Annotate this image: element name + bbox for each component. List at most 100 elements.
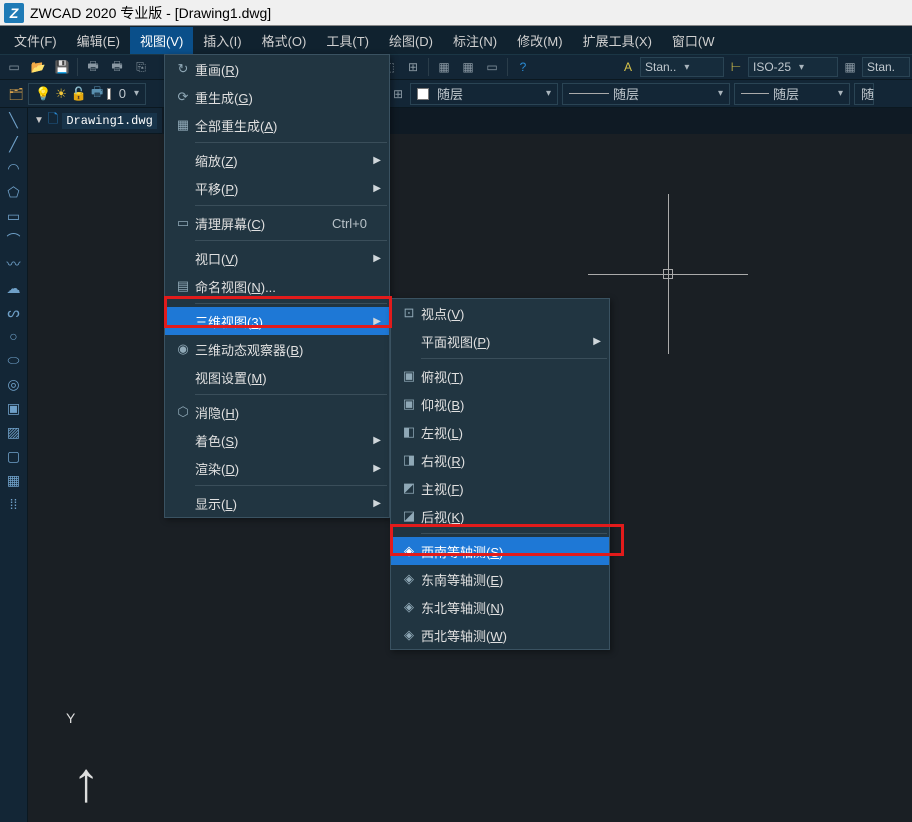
- view-menu-item-0[interactable]: ↻重画(R): [165, 55, 389, 83]
- menu-item-icon: ◧: [397, 424, 421, 440]
- grid-icon[interactable]: ⁞⁞: [4, 494, 24, 514]
- color-value: 随层: [437, 84, 463, 103]
- print-icon[interactable]: 🖶: [82, 57, 104, 77]
- menu-item-label: 三维视图(3): [195, 312, 367, 331]
- view-menu-item-20[interactable]: 显示(L)▶: [165, 489, 389, 517]
- submenu-arrow-icon: ▶: [367, 316, 381, 327]
- view-menu-item-17[interactable]: 着色(S)▶: [165, 426, 389, 454]
- menubar-item-6[interactable]: 绘图(D): [379, 27, 443, 54]
- view-menu-item-12[interactable]: 三维视图(3)▶: [165, 307, 389, 335]
- 3dview-submenu-item-8[interactable]: ◪后视(K): [391, 502, 609, 530]
- menubar-item-4[interactable]: 格式(O): [252, 27, 317, 54]
- region-icon[interactable]: ▢: [4, 446, 24, 466]
- table-style-dropdown[interactable]: Stan.: [862, 57, 910, 77]
- layer-name: 0: [119, 86, 126, 101]
- grid-icon[interactable]: ▦: [457, 57, 479, 77]
- hatch-icon[interactable]: ▨: [4, 422, 24, 442]
- menubar-item-9[interactable]: 扩展工具(X): [573, 27, 662, 54]
- 3dview-submenu-item-1[interactable]: 平面视图(P)▶: [391, 327, 609, 355]
- open-icon[interactable]: 📂: [27, 57, 49, 77]
- menu-item-label: 西南等轴测(S): [421, 542, 587, 561]
- menubar-item-1[interactable]: 编辑(E): [67, 27, 130, 54]
- window-icon[interactable]: ▭: [481, 57, 503, 77]
- color-dropdown[interactable]: 随层 ▾: [410, 83, 558, 105]
- linetype-dropdown[interactable]: 随层 ▾: [562, 83, 730, 105]
- 3dview-submenu-item-13[interactable]: ◈西北等轴测(W): [391, 621, 609, 649]
- menubar-item-0[interactable]: 文件(F): [4, 27, 67, 54]
- menu-item-icon: ◩: [397, 480, 421, 496]
- submenu-arrow-icon: ▶: [367, 498, 381, 509]
- 3dview-submenu-item-4[interactable]: ▣仰视(B): [391, 390, 609, 418]
- menu-separator: [195, 205, 387, 206]
- menubar-item-8[interactable]: 修改(M): [507, 27, 573, 54]
- tree-expand-icon[interactable]: ▼: [34, 115, 44, 126]
- menubar-item-3[interactable]: 插入(I): [193, 27, 251, 54]
- menu-item-label: 平面视图(P): [421, 332, 587, 351]
- new-icon[interactable]: ▭: [3, 57, 25, 77]
- donut-icon[interactable]: ◎: [4, 374, 24, 394]
- help-icon[interactable]: ?: [512, 57, 534, 77]
- 3dview-submenu-item-7[interactable]: ◩主视(F): [391, 474, 609, 502]
- arc2-icon[interactable]: ⌒: [4, 230, 24, 250]
- menu-item-label: 重画(R): [195, 60, 367, 79]
- arc-icon[interactable]: ◠: [4, 158, 24, 178]
- publish-icon[interactable]: ⎘: [130, 57, 152, 77]
- dim-style-dropdown[interactable]: ISO-25 ▾: [748, 57, 838, 77]
- 3dview-submenu-item-11[interactable]: ◈东南等轴测(E): [391, 565, 609, 593]
- menu-item-label: 平移(P): [195, 179, 367, 198]
- view-menu-item-13[interactable]: ◉三维动态观察器(B): [165, 335, 389, 363]
- layer-dropdown[interactable]: 💡 ☀ 🔓 🖶 0 ▾: [28, 83, 146, 105]
- layer-manager-icon[interactable]: 🗂: [5, 84, 27, 104]
- view-menu-item-16[interactable]: ⬡消隐(H): [165, 398, 389, 426]
- cloud-icon[interactable]: ☁: [4, 278, 24, 298]
- menu-item-icon: ▣: [397, 368, 421, 384]
- textstyle-icon[interactable]: A: [617, 57, 639, 77]
- block-icon[interactable]: ▣: [4, 398, 24, 418]
- 3dview-submenu-item-0[interactable]: ⊡视点(V): [391, 299, 609, 327]
- menubar-item-2[interactable]: 视图(V): [130, 27, 193, 54]
- table-icon[interactable]: ▦: [4, 470, 24, 490]
- table-icon[interactable]: ▦: [433, 57, 455, 77]
- polygon-icon[interactable]: ⬠: [4, 182, 24, 202]
- menu-item-label: 重生成(G): [195, 88, 367, 107]
- plotstyle-dropdown[interactable]: 随: [854, 83, 874, 105]
- view-menu-item-9[interactable]: 视口(V)▶: [165, 244, 389, 272]
- submenu-arrow-icon: ▶: [367, 183, 381, 194]
- menu-item-label: 东北等轴测(N): [421, 598, 587, 617]
- view-menu-item-4[interactable]: 缩放(Z)▶: [165, 146, 389, 174]
- lineweight-dropdown[interactable]: 随层 ▾: [734, 83, 850, 105]
- menu-separator: [195, 485, 387, 486]
- view-menu-item-1[interactable]: ⟳重生成(G): [165, 83, 389, 111]
- file-tab[interactable]: Drawing1.dwg: [62, 113, 156, 129]
- ellipse-icon[interactable]: ⬭: [4, 350, 24, 370]
- rectangle-icon[interactable]: ▭: [4, 206, 24, 226]
- menu-item-icon: ⊡: [397, 305, 421, 321]
- view-menu-item-14[interactable]: 视图设置(M): [165, 363, 389, 391]
- view-menu-item-18[interactable]: 渲染(D)▶: [165, 454, 389, 482]
- 3dview-submenu-item-3[interactable]: ▣俯视(T): [391, 362, 609, 390]
- polyline-icon[interactable]: ╱: [4, 134, 24, 154]
- 3dview-submenu-item-6[interactable]: ◨右视(R): [391, 446, 609, 474]
- line-icon[interactable]: ╲: [4, 110, 24, 130]
- prop-icon[interactable]: ⊞: [387, 84, 409, 104]
- tablestyle-icon[interactable]: ▦: [839, 57, 861, 77]
- menubar-item-5[interactable]: 工具(T): [316, 27, 379, 54]
- 3dview-submenu-item-12[interactable]: ◈东北等轴测(N): [391, 593, 609, 621]
- view-menu-item-2[interactable]: ▦全部重生成(A): [165, 111, 389, 139]
- circle-icon[interactable]: ○: [4, 326, 24, 346]
- save-icon[interactable]: 💾: [51, 57, 73, 77]
- revcloud-icon[interactable]: ᔕ: [4, 302, 24, 322]
- text-style-dropdown[interactable]: Stan.. ▾: [640, 57, 724, 77]
- print-preview-icon[interactable]: 🖶: [106, 57, 128, 77]
- menubar-item-7[interactable]: 标注(N): [443, 27, 507, 54]
- dimstyle-icon[interactable]: ⊢: [725, 57, 747, 77]
- view-menu-item-7[interactable]: ▭清理屏幕(C)Ctrl+0: [165, 209, 389, 237]
- 3dview-submenu-item-10[interactable]: ◈西南等轴测(S): [391, 537, 609, 565]
- tool-icon-2[interactable]: ⊞: [402, 57, 424, 77]
- view-menu-item-10[interactable]: ▤命名视图(N)...: [165, 272, 389, 300]
- 3dview-submenu-item-5[interactable]: ◧左视(L): [391, 418, 609, 446]
- spline-icon[interactable]: 〰: [4, 254, 24, 274]
- view-menu-item-5[interactable]: 平移(P)▶: [165, 174, 389, 202]
- menu-item-hotkey: Ctrl+0: [332, 216, 367, 231]
- menubar-item-10[interactable]: 窗口(W: [662, 27, 725, 54]
